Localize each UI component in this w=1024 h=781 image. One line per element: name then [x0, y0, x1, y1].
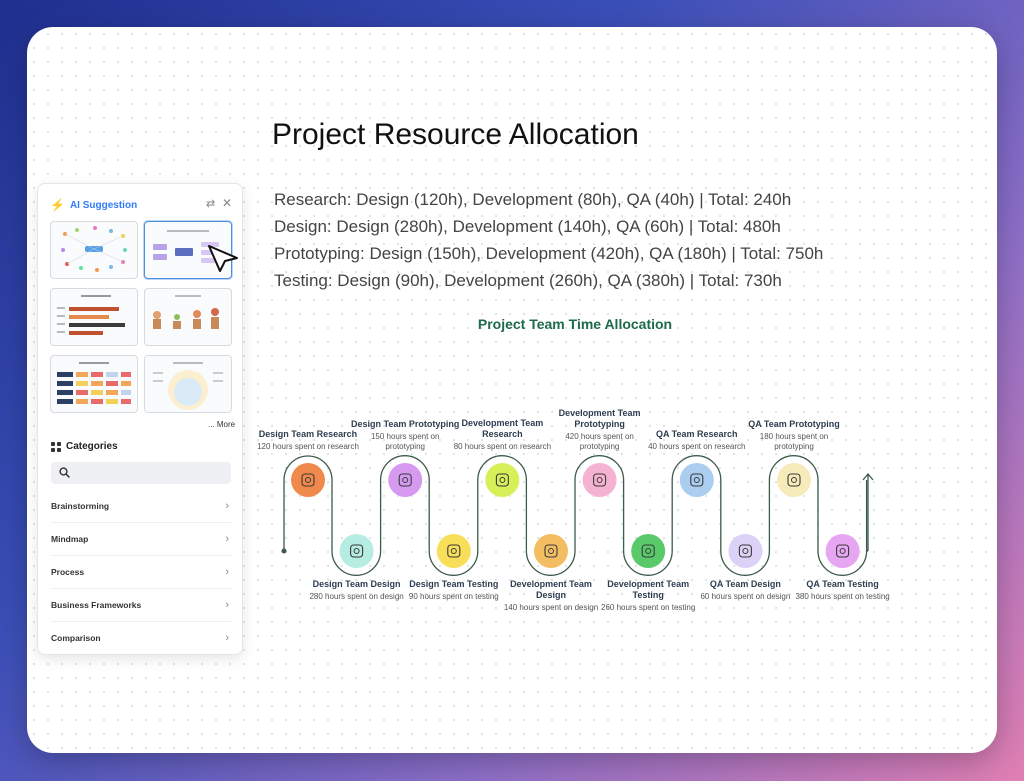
- category-item-business-frameworks[interactable]: Business Frameworks ›: [51, 589, 231, 622]
- summary-block: Research: Design (120h), Development (80…: [274, 186, 823, 294]
- more-link[interactable]: ... More: [208, 420, 235, 429]
- step-description: 90 hours spent on testing: [408, 592, 499, 601]
- chevron-right-icon: ›: [225, 599, 229, 611]
- category-item-mindmap[interactable]: Mindmap ›: [51, 523, 231, 556]
- chevron-right-icon: ›: [225, 533, 229, 545]
- lightning-icon: ⚡: [50, 198, 65, 212]
- category-label: Process: [51, 567, 85, 577]
- chevron-right-icon: ›: [225, 566, 229, 578]
- category-item-brainstorming[interactable]: Brainstorming ›: [51, 490, 231, 523]
- timeline-step-label: Design Team Design 280 hours spent on des…: [302, 579, 412, 602]
- step-description: 60 hours spent on design: [700, 592, 791, 601]
- step-name: QA Team Prototyping: [748, 419, 840, 429]
- step-description: 180 hours spent on prototyping: [759, 432, 829, 451]
- template-thumbnail-mindmap[interactable]: [50, 221, 138, 279]
- step-name: Development Team Research: [461, 418, 544, 439]
- category-label: Mindmap: [51, 534, 89, 544]
- step-description: 280 hours spent on design: [309, 592, 404, 601]
- step-description: 150 hours spent on prototyping: [370, 432, 440, 451]
- chevron-right-icon: ›: [225, 500, 229, 512]
- category-search-input[interactable]: [51, 462, 231, 484]
- timeline-step-label: Development Team Research 80 hours spent …: [447, 418, 557, 452]
- document-title: Project Resource Allocation: [272, 118, 639, 151]
- cursor-arrow-icon: [208, 245, 238, 272]
- template-thumbnail-circles[interactable]: [144, 355, 232, 413]
- category-item-process[interactable]: Process ›: [51, 556, 231, 589]
- swap-icon[interactable]: ⇄: [206, 197, 215, 210]
- summary-line-testing: Testing: Design (90h), Development (260h…: [274, 271, 782, 290]
- step-name: QA Team Research: [656, 429, 738, 439]
- step-description: 260 hours spent on testing: [601, 603, 696, 612]
- timeline-step-label: Development Team Design 140 hours spent o…: [496, 579, 606, 613]
- summary-line-research: Research: Design (120h), Development (80…: [274, 190, 792, 209]
- chart-title: Project Team Time Allocation: [477, 316, 673, 332]
- category-label: Business Frameworks: [51, 600, 142, 610]
- category-label: Comparison: [51, 633, 101, 643]
- categories-header: Categories: [51, 441, 118, 452]
- step-description: 80 hours spent on research: [453, 442, 552, 451]
- step-name: Design Team Research: [258, 429, 358, 439]
- timeline-step-label: Development Team Testing 260 hours spent …: [593, 579, 703, 613]
- timeline-step-label: Design Team Prototyping 150 hours spent o…: [350, 419, 460, 452]
- categories-title: Categories: [66, 441, 118, 452]
- step-description: 140 hours spent on design: [503, 603, 599, 612]
- timeline-step-label: Design Team Research 120 hours spent on r…: [253, 429, 363, 452]
- grid-icon: [51, 441, 61, 452]
- category-label: Brainstorming: [51, 501, 110, 511]
- template-thumbnail-table[interactable]: [50, 355, 138, 413]
- step-name: Development Team Testing: [607, 579, 690, 600]
- step-name: Design Team Testing: [409, 579, 499, 589]
- ai-panel-header: ⚡ AI Suggestion: [50, 198, 137, 212]
- close-icon[interactable]: ✕: [222, 196, 232, 210]
- step-description: 420 hours spent on prototyping: [565, 432, 634, 451]
- step-description: 380 hours spent on testing: [795, 592, 890, 601]
- timeline-step-label: Design Team Testing 90 hours spent on tes…: [399, 579, 509, 602]
- summary-line-prototyping: Prototyping: Design (150h), Development …: [274, 244, 824, 263]
- step-name: Development Team Design: [510, 579, 592, 600]
- step-description: 40 hours spent on research: [648, 442, 746, 451]
- chevron-right-icon: ›: [225, 632, 229, 644]
- timeline-step-label: QA Team Research 40 hours spent on resear…: [642, 429, 752, 452]
- timeline-step-label: Development Team Prototyping 420 hours sp…: [545, 408, 655, 452]
- step-name: Development Team Prototyping: [558, 408, 641, 429]
- summary-line-design: Design: Design (280h), Development (140h…: [274, 217, 781, 236]
- step-name: QA Team Design: [709, 579, 781, 589]
- category-item-comparison[interactable]: Comparison ›: [51, 622, 231, 654]
- template-thumbnail-plants[interactable]: [144, 288, 232, 346]
- step-name: Design Team Design: [312, 579, 401, 589]
- timeline-step-label: QA Team Design 60 hours spent on design: [690, 579, 800, 602]
- template-thumbnail-bars[interactable]: [50, 288, 138, 346]
- step-name: QA Team Testing: [806, 579, 879, 589]
- search-icon: [59, 467, 70, 478]
- timeline-step-label: QA Team Prototyping 180 hours spent on pr…: [739, 419, 849, 452]
- step-name: Design Team Prototyping: [351, 419, 460, 429]
- step-description: 120 hours spent on research: [257, 442, 359, 451]
- ai-panel-title: AI Suggestion: [69, 199, 138, 211]
- timeline-step-label: QA Team Testing 380 hours spent on testin…: [788, 579, 898, 602]
